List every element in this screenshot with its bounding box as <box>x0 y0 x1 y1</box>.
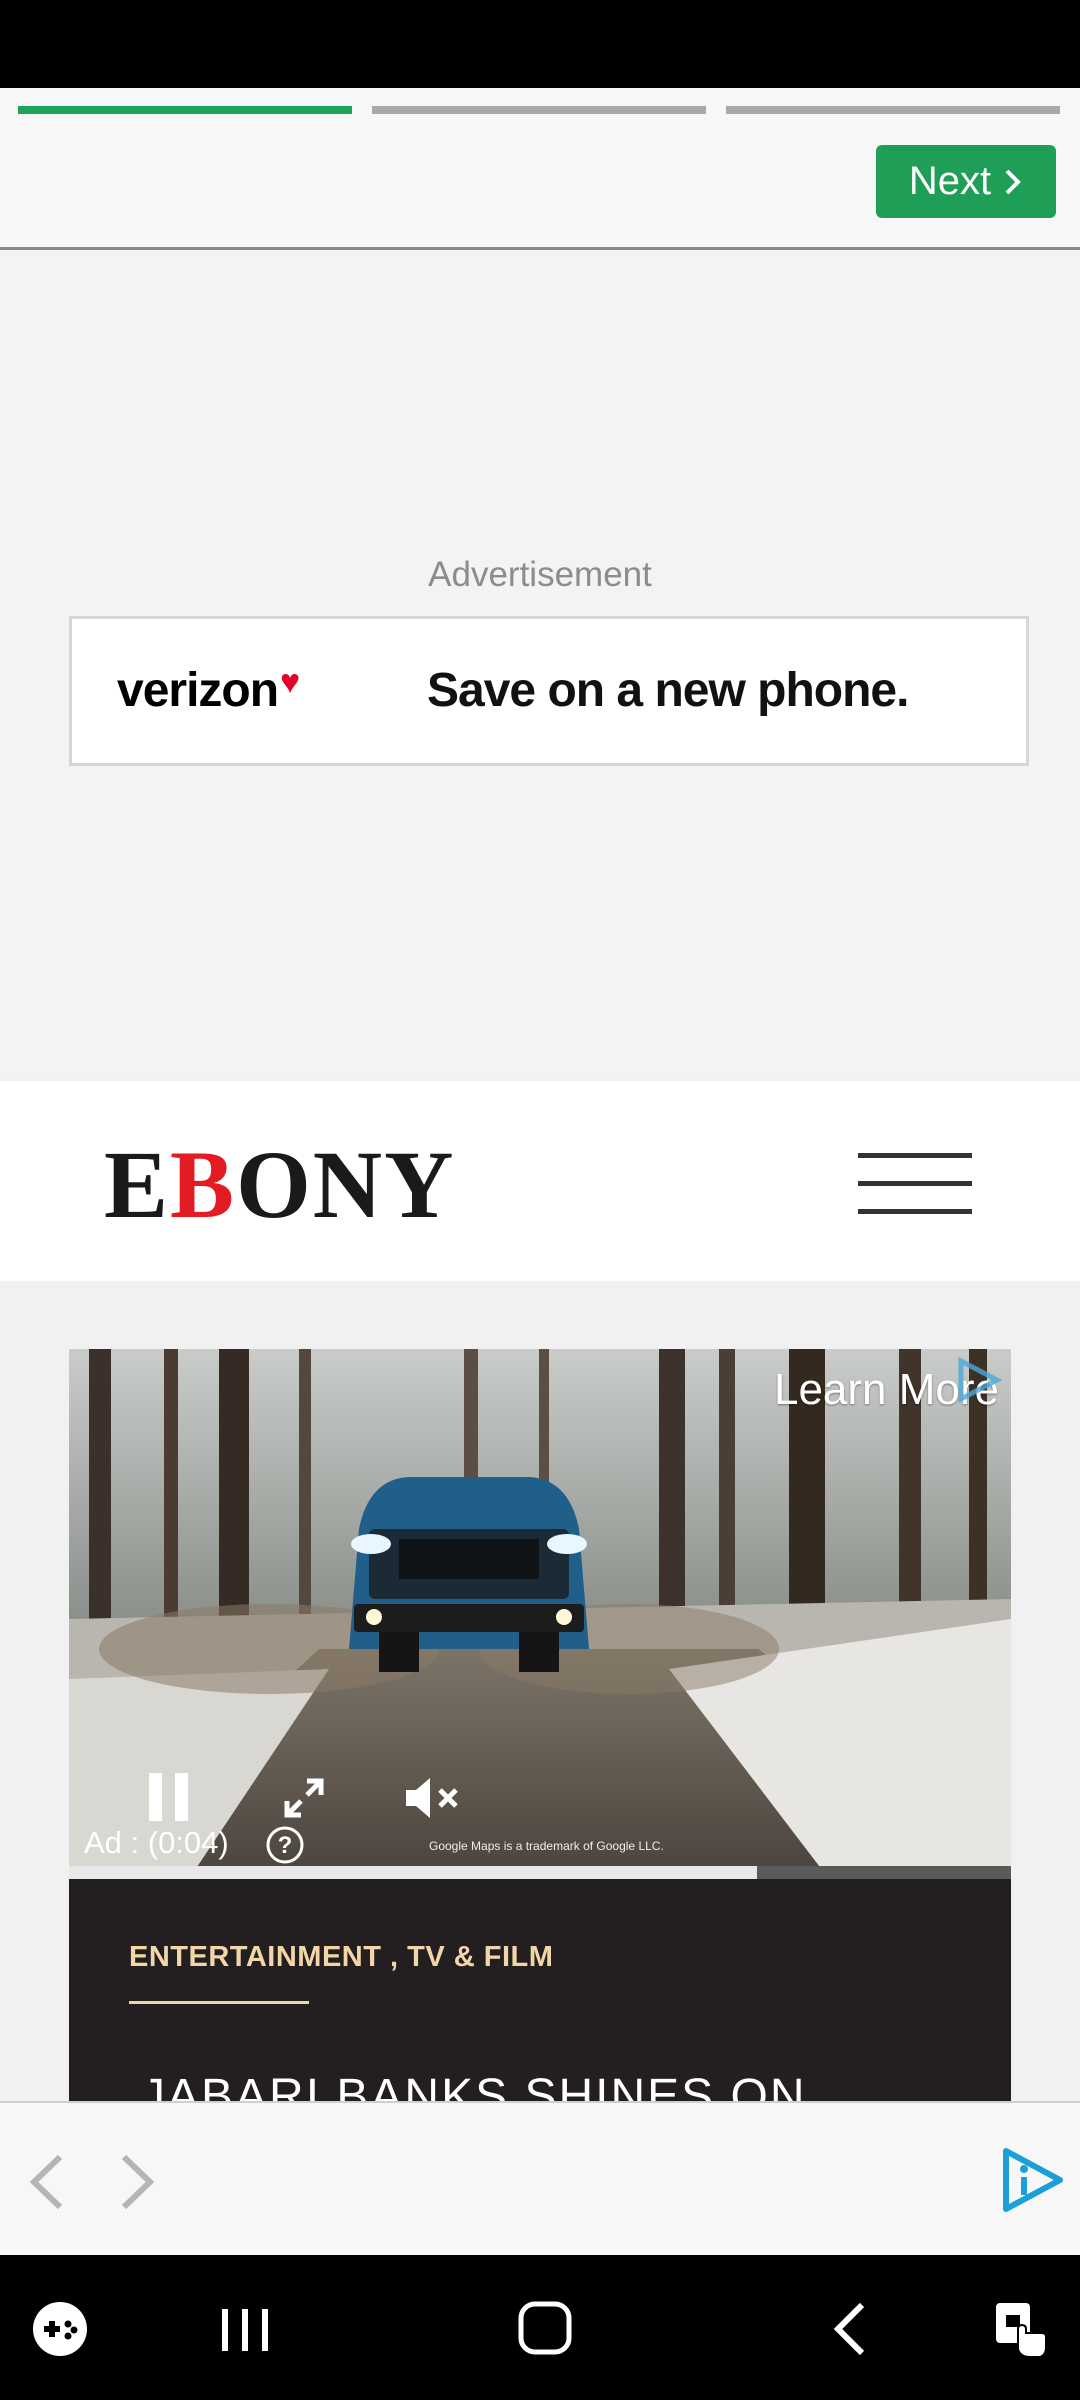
site-logo[interactable]: EBONY <box>104 1137 455 1233</box>
menu-line <box>858 1181 972 1186</box>
recent-apps-icon[interactable] <box>218 2305 272 2355</box>
chevron-left-icon[interactable] <box>22 2151 72 2213</box>
logo-suffix: ONY <box>236 1131 456 1238</box>
svg-text:?: ? <box>278 1832 293 1859</box>
pause-icon <box>149 1773 162 1821</box>
system-nav-bar <box>0 2255 1080 2400</box>
home-icon[interactable] <box>516 2299 574 2357</box>
menu-line <box>858 1209 972 1214</box>
status-bar <box>0 0 1080 88</box>
site-header: EBONY <box>0 1081 1080 1281</box>
video-progress-track[interactable] <box>69 1866 1011 1879</box>
ad-timer: Ad : (0:04) <box>84 1825 229 1860</box>
ad-choices-icon[interactable] <box>953 1355 1003 1405</box>
article-category[interactable]: ENTERTAINMENT , TV & FILM <box>129 1941 553 1974</box>
article-card[interactable]: ENTERTAINMENT , TV & FILM JABARI BANKS S… <box>69 1879 1011 2101</box>
video-progress-fill <box>69 1866 757 1879</box>
story-progress-segment-3 <box>726 106 1060 114</box>
logo-highlight: B <box>170 1131 237 1238</box>
video-frame <box>69 1349 1011 1879</box>
pause-icon <box>175 1773 188 1821</box>
chevron-right-icon <box>1005 169 1021 194</box>
play-info-icon[interactable] <box>998 2147 1064 2213</box>
maps-trademark-note: Google Maps is a trademark of Google LLC… <box>429 1839 664 1853</box>
ad-banner[interactable]: verizon♥ Save on a new phone. <box>69 616 1029 766</box>
next-button-label: Next <box>908 159 992 203</box>
next-button[interactable]: Next <box>876 145 1056 218</box>
ad-label: Advertisement <box>428 555 652 594</box>
bottom-toolbar <box>0 2101 1080 2255</box>
accessibility-icon[interactable] <box>990 2295 1050 2361</box>
game-launcher-icon[interactable] <box>30 2299 90 2359</box>
muted-speaker-icon[interactable] <box>402 1773 462 1823</box>
heart-icon: ♥ <box>280 663 300 701</box>
menu-line <box>858 1153 972 1158</box>
chevron-right-icon[interactable] <box>112 2151 162 2213</box>
hamburger-menu-icon[interactable] <box>858 1153 972 1215</box>
help-icon[interactable]: ? <box>265 1825 305 1865</box>
story-header: Next <box>0 88 1080 250</box>
fullscreen-icon[interactable] <box>279 1773 329 1823</box>
pause-button[interactable] <box>149 1773 189 1821</box>
back-icon[interactable] <box>826 2299 872 2359</box>
logo-prefix: E <box>104 1131 171 1238</box>
story-progress-segment-1 <box>18 106 352 114</box>
ad-tagline: Save on a new phone. <box>427 664 909 717</box>
ad-brand: verizon <box>117 664 279 717</box>
category-underline <box>129 2001 309 2004</box>
article-title[interactable]: JABARI BANKS SHINES ON <box>141 2069 807 2101</box>
verizon-logo: verizon♥ <box>117 663 300 718</box>
story-progress-segment-2 <box>372 106 706 114</box>
video-ad-player[interactable]: Learn More Ad : (0:04) ? Google Maps is … <box>69 1349 1011 1879</box>
